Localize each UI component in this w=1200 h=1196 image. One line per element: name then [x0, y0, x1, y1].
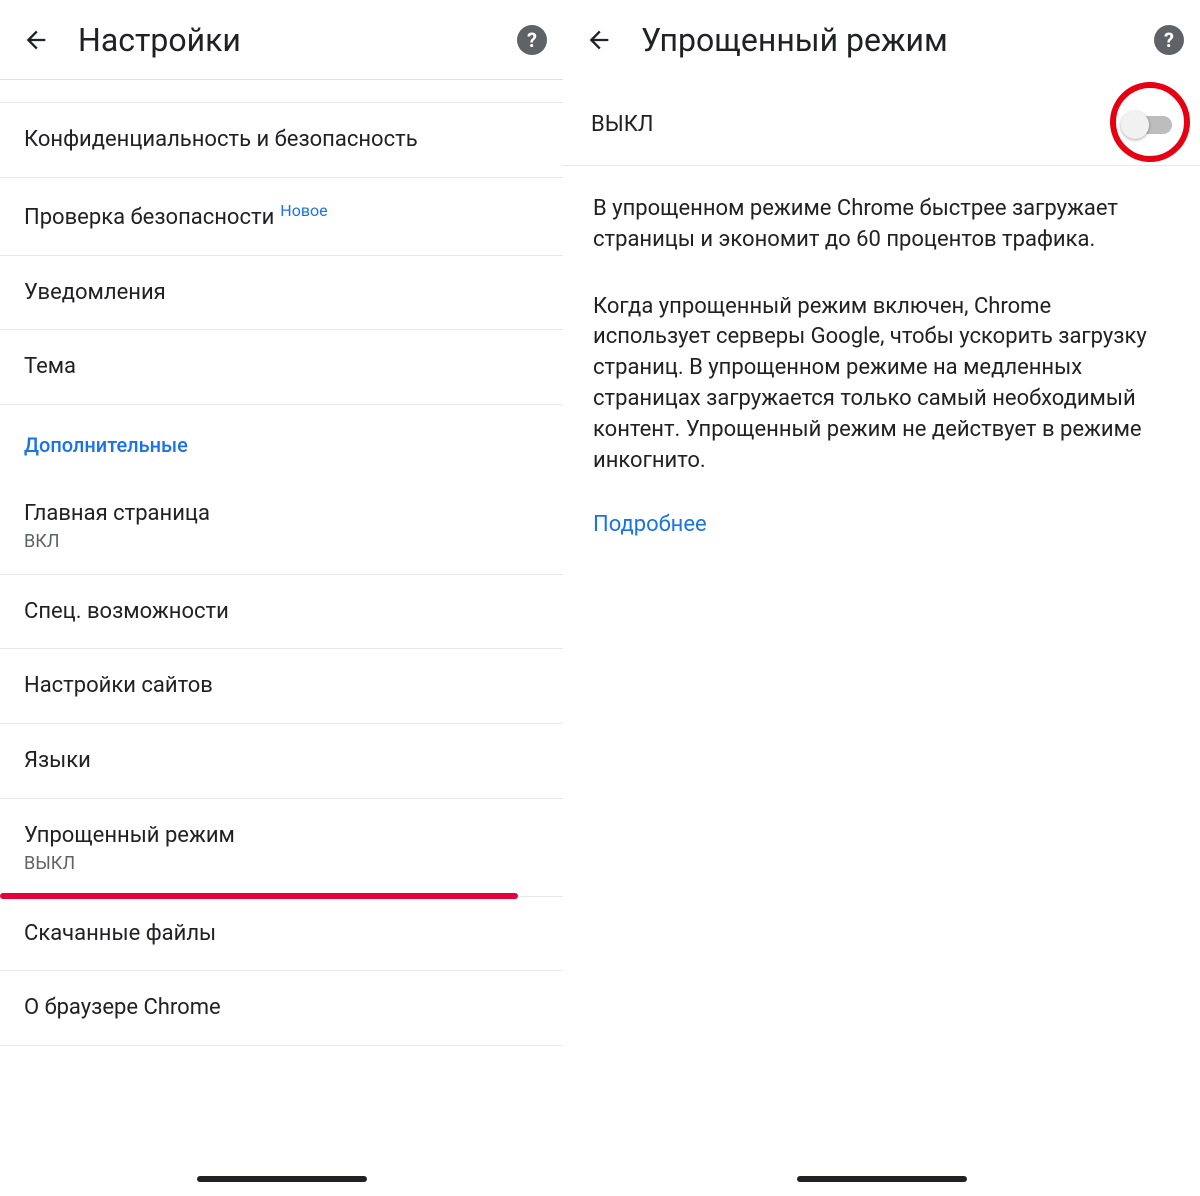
lite-mode-toggle-row: ВЫКЛ	[563, 80, 1200, 166]
settings-row-label: Спец. возможности	[24, 599, 229, 624]
description-paragraph-1: В упрощенном режиме Chrome быстрее загру…	[593, 194, 1170, 256]
settings-row-notifications[interactable]: Уведомления	[0, 256, 563, 331]
settings-row-label: Тема	[24, 354, 76, 379]
settings-row-label: Языки	[24, 748, 91, 773]
section-header-advanced: Дополнительные	[0, 405, 563, 477]
description-paragraph-2: Когда упрощенный режим включен, Chrome и…	[593, 292, 1170, 477]
appbar: Упрощенный режим ?	[563, 0, 1200, 80]
settings-row-label: Проверка безопасностиНовое	[24, 205, 328, 230]
settings-row[interactable]: Адреса и другие данные	[0, 80, 563, 103]
highlight-underline	[0, 893, 518, 899]
new-badge: Новое	[280, 201, 327, 220]
arrow-left-icon	[22, 26, 50, 54]
lite-mode-description: В упрощенном режиме Chrome быстрее загру…	[563, 166, 1200, 476]
settings-row-label: О браузере Chrome	[24, 995, 221, 1020]
help-icon: ?	[527, 28, 537, 52]
help-button[interactable]: ?	[1154, 25, 1184, 55]
gesture-nav-pill[interactable]	[197, 1176, 367, 1182]
settings-list: Адреса и другие данные Конфиденциальност…	[0, 80, 563, 1046]
settings-row-privacy[interactable]: Конфиденциальность и безопасность	[0, 103, 563, 178]
settings-row-downloads[interactable]: Скачанные файлы	[0, 896, 563, 972]
lite-mode-screen: Упрощенный режим ? ВЫКЛ В упрощенном реж…	[563, 0, 1200, 1196]
help-button[interactable]: ?	[517, 25, 547, 55]
settings-row-homepage[interactable]: Главная страница ВКЛ	[0, 477, 563, 575]
settings-row-languages[interactable]: Языки	[0, 724, 563, 799]
toggle-knob	[1121, 111, 1149, 139]
back-button[interactable]	[579, 20, 619, 60]
settings-row-sub: ВКЛ	[24, 531, 539, 552]
settings-row-site-settings[interactable]: Настройки сайтов	[0, 649, 563, 724]
settings-row-lite-mode[interactable]: Упрощенный режим ВЫКЛ	[0, 799, 563, 896]
settings-row-theme[interactable]: Тема	[0, 330, 563, 405]
appbar: Настройки ?	[0, 0, 563, 80]
page-title: Упрощенный режим	[641, 21, 1154, 59]
settings-row-label: Настройки сайтов	[24, 673, 213, 698]
settings-row-about-chrome[interactable]: О браузере Chrome	[0, 971, 563, 1046]
settings-row-safety-check[interactable]: Проверка безопасностиНовое	[0, 178, 563, 256]
page-title: Настройки	[78, 21, 517, 59]
settings-row-label: Упрощенный режим	[24, 821, 539, 851]
lite-mode-toggle[interactable]	[1124, 116, 1172, 134]
settings-screen: Настройки ? Адреса и другие данные Конфи…	[0, 0, 563, 1196]
settings-row-label: Уведомления	[24, 280, 166, 305]
settings-row-label: Конфиденциальность и безопасность	[24, 127, 418, 152]
gesture-nav-pill[interactable]	[797, 1176, 967, 1182]
toggle-label: ВЫКЛ	[591, 112, 1124, 137]
settings-row-label: Скачанные файлы	[24, 921, 216, 946]
help-icon: ?	[1164, 28, 1174, 52]
settings-row-sub: ВЫКЛ	[24, 853, 539, 874]
learn-more-link[interactable]: Подробнее	[563, 512, 737, 537]
arrow-left-icon	[585, 26, 613, 54]
back-button[interactable]	[16, 20, 56, 60]
settings-row-label: Главная страница	[24, 499, 539, 529]
settings-row-accessibility[interactable]: Спец. возможности	[0, 575, 563, 650]
